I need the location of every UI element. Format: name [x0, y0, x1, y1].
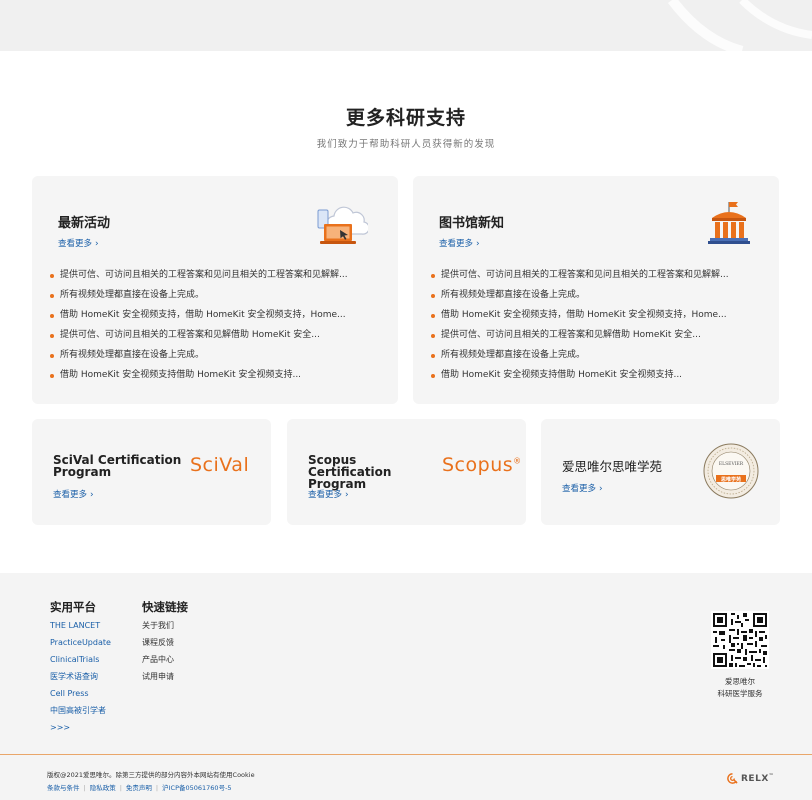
- list-item[interactable]: 借助 HomeKit 安全视频支持借助 HomeKit 安全视频支持...: [50, 369, 348, 389]
- card-title: 最新活动: [58, 216, 111, 231]
- bullet-list: 提供可信、可访问且相关的工程答案和见问且相关的工程答案和见解解... 所有视频处…: [431, 269, 729, 389]
- card-title: 图书馆新知: [439, 216, 505, 231]
- copyright-text: 版权@2021爱思唯尔。除第三方提供的部分内容外本网站有使用Cookie: [47, 771, 255, 779]
- qr-caption: 爱思唯尔 科研医学服务: [717, 677, 763, 698]
- list-item[interactable]: 提供可信、可访问且相关的工程答案和见解借助 HomeKit 安全...: [431, 329, 729, 349]
- legal-links: 条款与条件 | 隐私政策 | 免责声明 | 沪ICP备05061760号-5: [47, 784, 232, 792]
- seal-main-text: 思唯学苑: [720, 476, 741, 483]
- privacy-link[interactable]: 隐私政策: [90, 784, 116, 792]
- terms-link[interactable]: 条款与条件: [47, 784, 80, 792]
- academy-seal-icon: ELSEVIER 思唯学苑: [703, 443, 759, 499]
- hero-decoration: [668, 0, 812, 51]
- footer: 实用平台 THE LANCET PracticeUpdate ClinicalT…: [0, 573, 812, 800]
- seal-top-text: ELSEVIER: [718, 462, 744, 467]
- scopus-logo: Scopus®: [442, 454, 522, 476]
- list-item[interactable]: 所有视频处理都直接在设备上完成。: [50, 289, 348, 309]
- footer-link-cellpress[interactable]: Cell Press: [50, 688, 111, 705]
- relx-mark-icon: [727, 773, 738, 784]
- footer-link-about[interactable]: 关于我们: [142, 620, 188, 637]
- list-item[interactable]: 提供可信、可访问且相关的工程答案和见问且相关的工程答案和见解解...: [431, 269, 729, 289]
- list-item[interactable]: 提供可信、可访问且相关的工程答案和见解借助 HomeKit 安全...: [50, 329, 348, 349]
- footer-link-highly-cited[interactable]: 中国高被引学者: [50, 705, 111, 722]
- footer-link-lancet[interactable]: THE LANCET: [50, 620, 111, 637]
- footer-quicklinks: 快速链接 关于我们 课程反馈 产品中心 试用申请: [142, 599, 188, 688]
- card-library-news: 图书馆新知 查看更多 › 提供可信、可访问且相关的工程答案和见问且相关的工程答案和…: [413, 176, 779, 404]
- list-item[interactable]: 所有视频处理都直接在设备上完成。: [431, 349, 729, 369]
- section-title: 更多科研支持: [345, 107, 466, 129]
- view-more-link[interactable]: 查看更多 ›: [439, 237, 480, 249]
- disclaimer-link[interactable]: 免责声明: [126, 784, 152, 792]
- list-item[interactable]: 所有视频处理都直接在设备上完成。: [50, 349, 348, 369]
- list-item[interactable]: 借助 HomeKit 安全视频支持借助 HomeKit 安全视频支持...: [431, 369, 729, 389]
- hero-banner-strip: [0, 0, 812, 51]
- view-more-link[interactable]: 查看更多 ›: [58, 237, 99, 249]
- footer-heading: 实用平台: [50, 600, 96, 614]
- list-item[interactable]: 借助 HomeKit 安全视频支持，借助 HomeKit 安全视频支持，Home…: [431, 309, 729, 329]
- footer-link-practiceupdate[interactable]: PracticeUpdate: [50, 637, 111, 654]
- card-title: Scopus Certification Program: [308, 453, 392, 491]
- card-title: 爱思唯尔思唯学苑: [562, 459, 663, 474]
- card-scival-certification: SciVal Certification Program SciVal 查看更多…: [32, 419, 271, 525]
- card-scopus-certification: Scopus Certification Program Scopus® 查看更…: [287, 419, 526, 525]
- section-subtitle: 我们致力于帮助科研人员获得新的发现: [316, 139, 496, 150]
- icp-link[interactable]: 沪ICP备05061760号-5: [162, 784, 231, 792]
- card-title: SciVal Certification Program: [53, 453, 182, 479]
- footer-link-medical-terms[interactable]: 医学术语查询: [50, 671, 111, 688]
- footer-link-products[interactable]: 产品中心: [142, 654, 188, 671]
- footer-link-more[interactable]: >>>: [50, 722, 111, 739]
- list-item[interactable]: 所有视频处理都直接在设备上完成。: [431, 289, 729, 309]
- bullet-list: 提供可信、可访问且相关的工程答案和见问且相关的工程答案和见解解... 所有视频处…: [50, 269, 348, 389]
- library-building-icon: [708, 202, 750, 244]
- relx-logo[interactable]: RELX™: [727, 773, 774, 784]
- card-elsevier-academy: 爱思唯尔思唯学苑 查看更多 › ELSEVIER 思唯学苑: [541, 419, 780, 525]
- view-more-link[interactable]: 查看更多 ›: [53, 488, 94, 500]
- footer-platforms: 实用平台 THE LANCET PracticeUpdate ClinicalT…: [50, 599, 111, 739]
- scival-logo: SciVal: [190, 454, 250, 476]
- footer-link-feedback[interactable]: 课程反馈: [142, 637, 188, 654]
- qr-code-icon: [711, 611, 769, 669]
- card-latest-events: 最新活动 查看更多 › 提供可信、可访问且相关的工程答案和见问且相关的工程答案和见…: [32, 176, 398, 404]
- footer-link-clinicaltrials[interactable]: ClinicalTrials: [50, 654, 111, 671]
- footer-heading: 快速链接: [142, 600, 188, 614]
- footer-divider: [0, 754, 812, 755]
- footer-link-trial[interactable]: 试用申请: [142, 671, 188, 688]
- list-item[interactable]: 借助 HomeKit 安全视频支持，借助 HomeKit 安全视频支持，Home…: [50, 309, 348, 329]
- view-more-link[interactable]: 查看更多 ›: [562, 482, 603, 494]
- list-item[interactable]: 提供可信、可访问且相关的工程答案和见问且相关的工程答案和见解解...: [50, 269, 348, 289]
- view-more-link[interactable]: 查看更多 ›: [308, 488, 349, 500]
- laptop-cloud-icon: [317, 206, 368, 244]
